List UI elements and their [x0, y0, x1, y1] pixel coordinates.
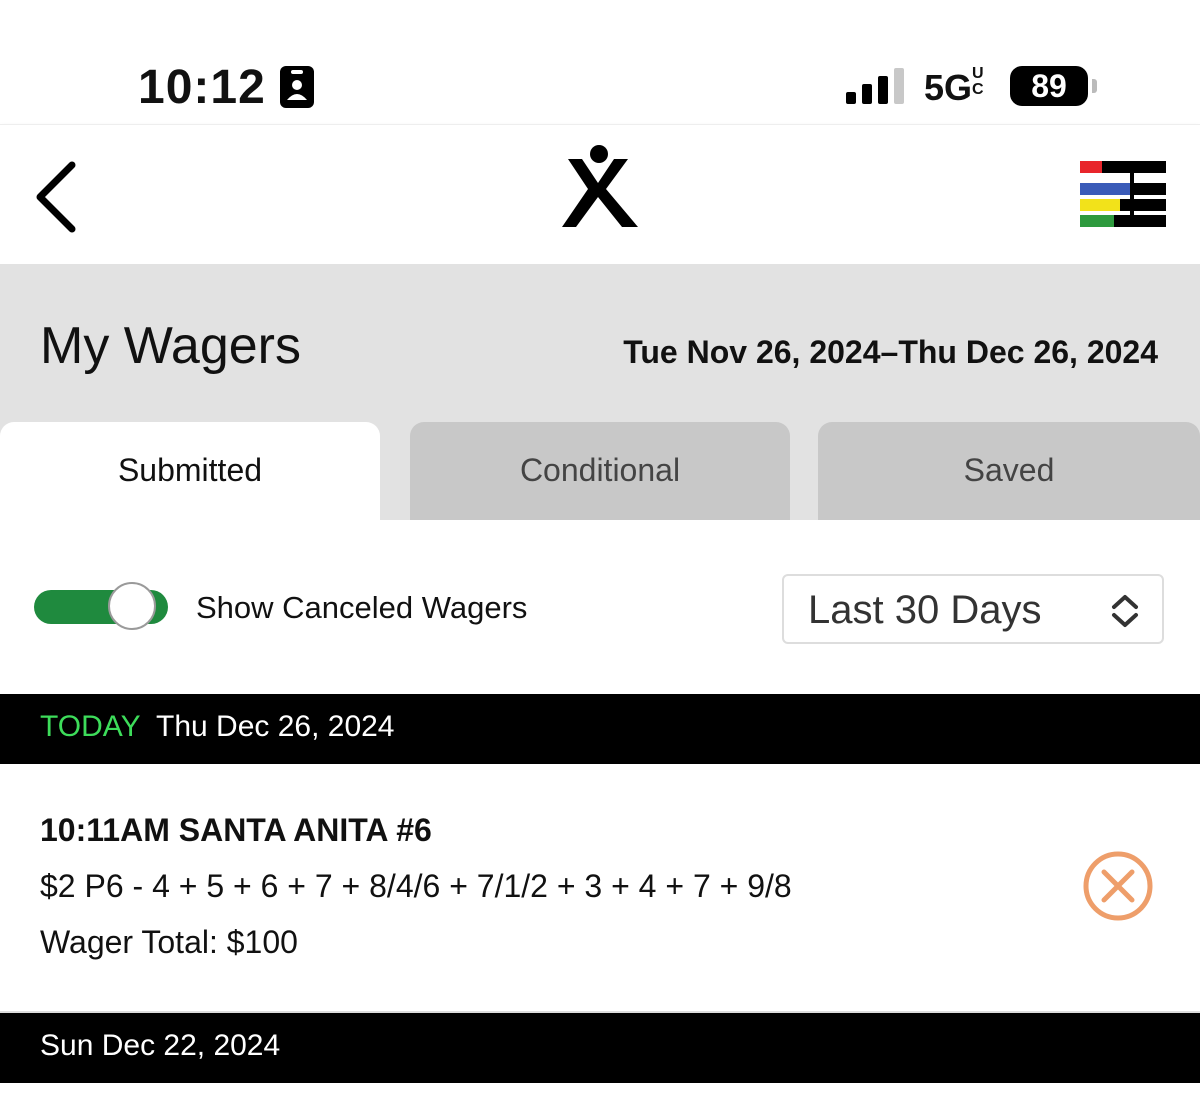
- chevron-up-down-icon: [1112, 595, 1138, 627]
- show-canceled-label: Show Canceled Wagers: [196, 590, 528, 625]
- day-date: Thu Dec 26, 2024: [156, 710, 395, 743]
- day-date: Sun Dec 22, 2024: [40, 1029, 281, 1062]
- signal-bars-icon: [846, 68, 904, 104]
- chevron-left-icon[interactable]: [30, 157, 86, 237]
- xpressbet-logo-icon[interactable]: [558, 145, 642, 229]
- network-type: 5G: [924, 67, 973, 108]
- toggle-knob: [108, 582, 156, 630]
- date-range: Tue Nov 26, 2024–Thu Dec 26, 2024: [623, 334, 1158, 370]
- wagers-header: My Wagers Tue Nov 26, 2024–Thu Dec 26, 2…: [0, 264, 1200, 520]
- show-canceled-toggle[interactable]: [34, 582, 168, 630]
- page-title: My Wagers: [40, 317, 301, 375]
- network-label: 5GUC: [924, 66, 986, 109]
- battery-icon: 89: [1010, 66, 1097, 106]
- wager-total: Wager Total: $100: [40, 924, 298, 960]
- status-time: 10:12: [138, 61, 266, 114]
- date-range-select[interactable]: Last 30 Days: [782, 574, 1164, 644]
- date-range-select-value: Last 30 Days: [808, 588, 1042, 632]
- cancel-circle-x-icon[interactable]: [1082, 850, 1154, 922]
- today-label: TODAY: [40, 710, 141, 743]
- battery-nub: [1092, 79, 1097, 93]
- tab-conditional[interactable]: Conditional: [410, 422, 790, 520]
- day-header: Sun Dec 22, 2024: [0, 1013, 1200, 1083]
- wager-item[interactable]: 10:11AM SANTA ANITA #6 $2 P6 - 4 + 5 + 6…: [0, 764, 1200, 1013]
- day-header-today: TODAY Thu Dec 26, 2024: [0, 694, 1200, 764]
- status-bar: 10:12 5GUC 89: [0, 0, 1200, 124]
- battery-level: 89: [1010, 66, 1088, 106]
- tab-saved[interactable]: Saved: [818, 422, 1200, 520]
- nav-bar: [0, 124, 1200, 265]
- wager-detail: $2 P6 - 4 + 5 + 6 + 7 + 8/4/6 + 7/1/2 + …: [40, 868, 792, 904]
- colored-menu-icon[interactable]: [1080, 159, 1166, 229]
- id-card-icon: [280, 66, 314, 108]
- tab-submitted[interactable]: Submitted: [0, 422, 380, 520]
- network-suffix: UC: [972, 65, 984, 98]
- wager-title: 10:11AM SANTA ANITA #6: [40, 812, 432, 848]
